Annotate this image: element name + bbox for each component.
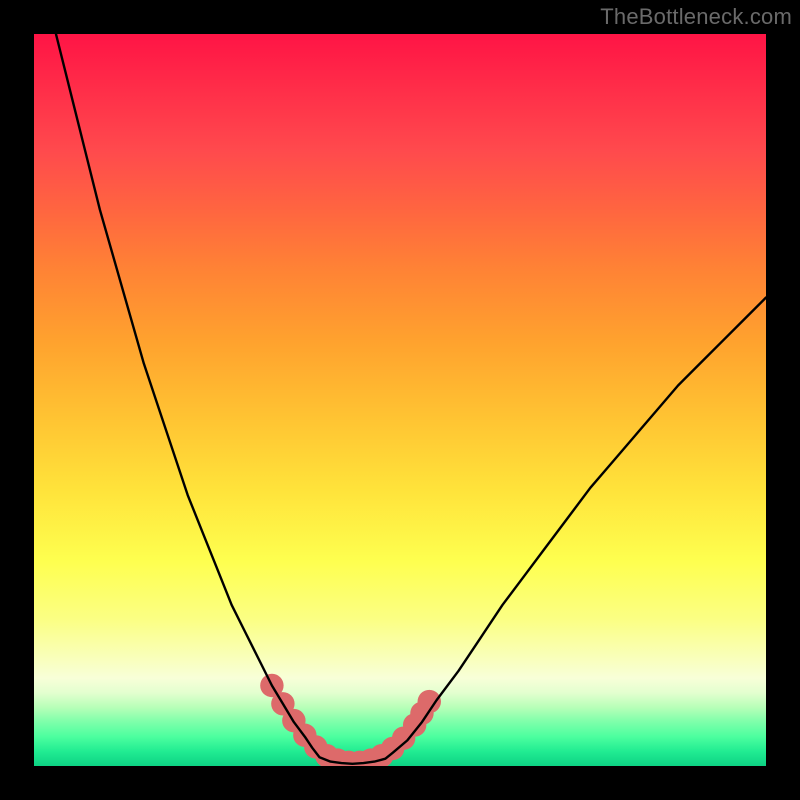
watermark-text: TheBottleneck.com [600, 4, 792, 30]
curve-layer [34, 34, 766, 766]
chart-frame: TheBottleneck.com [0, 0, 800, 800]
markers-group [260, 674, 441, 766]
plot-area [34, 34, 766, 766]
bottleneck-curve [56, 34, 766, 764]
